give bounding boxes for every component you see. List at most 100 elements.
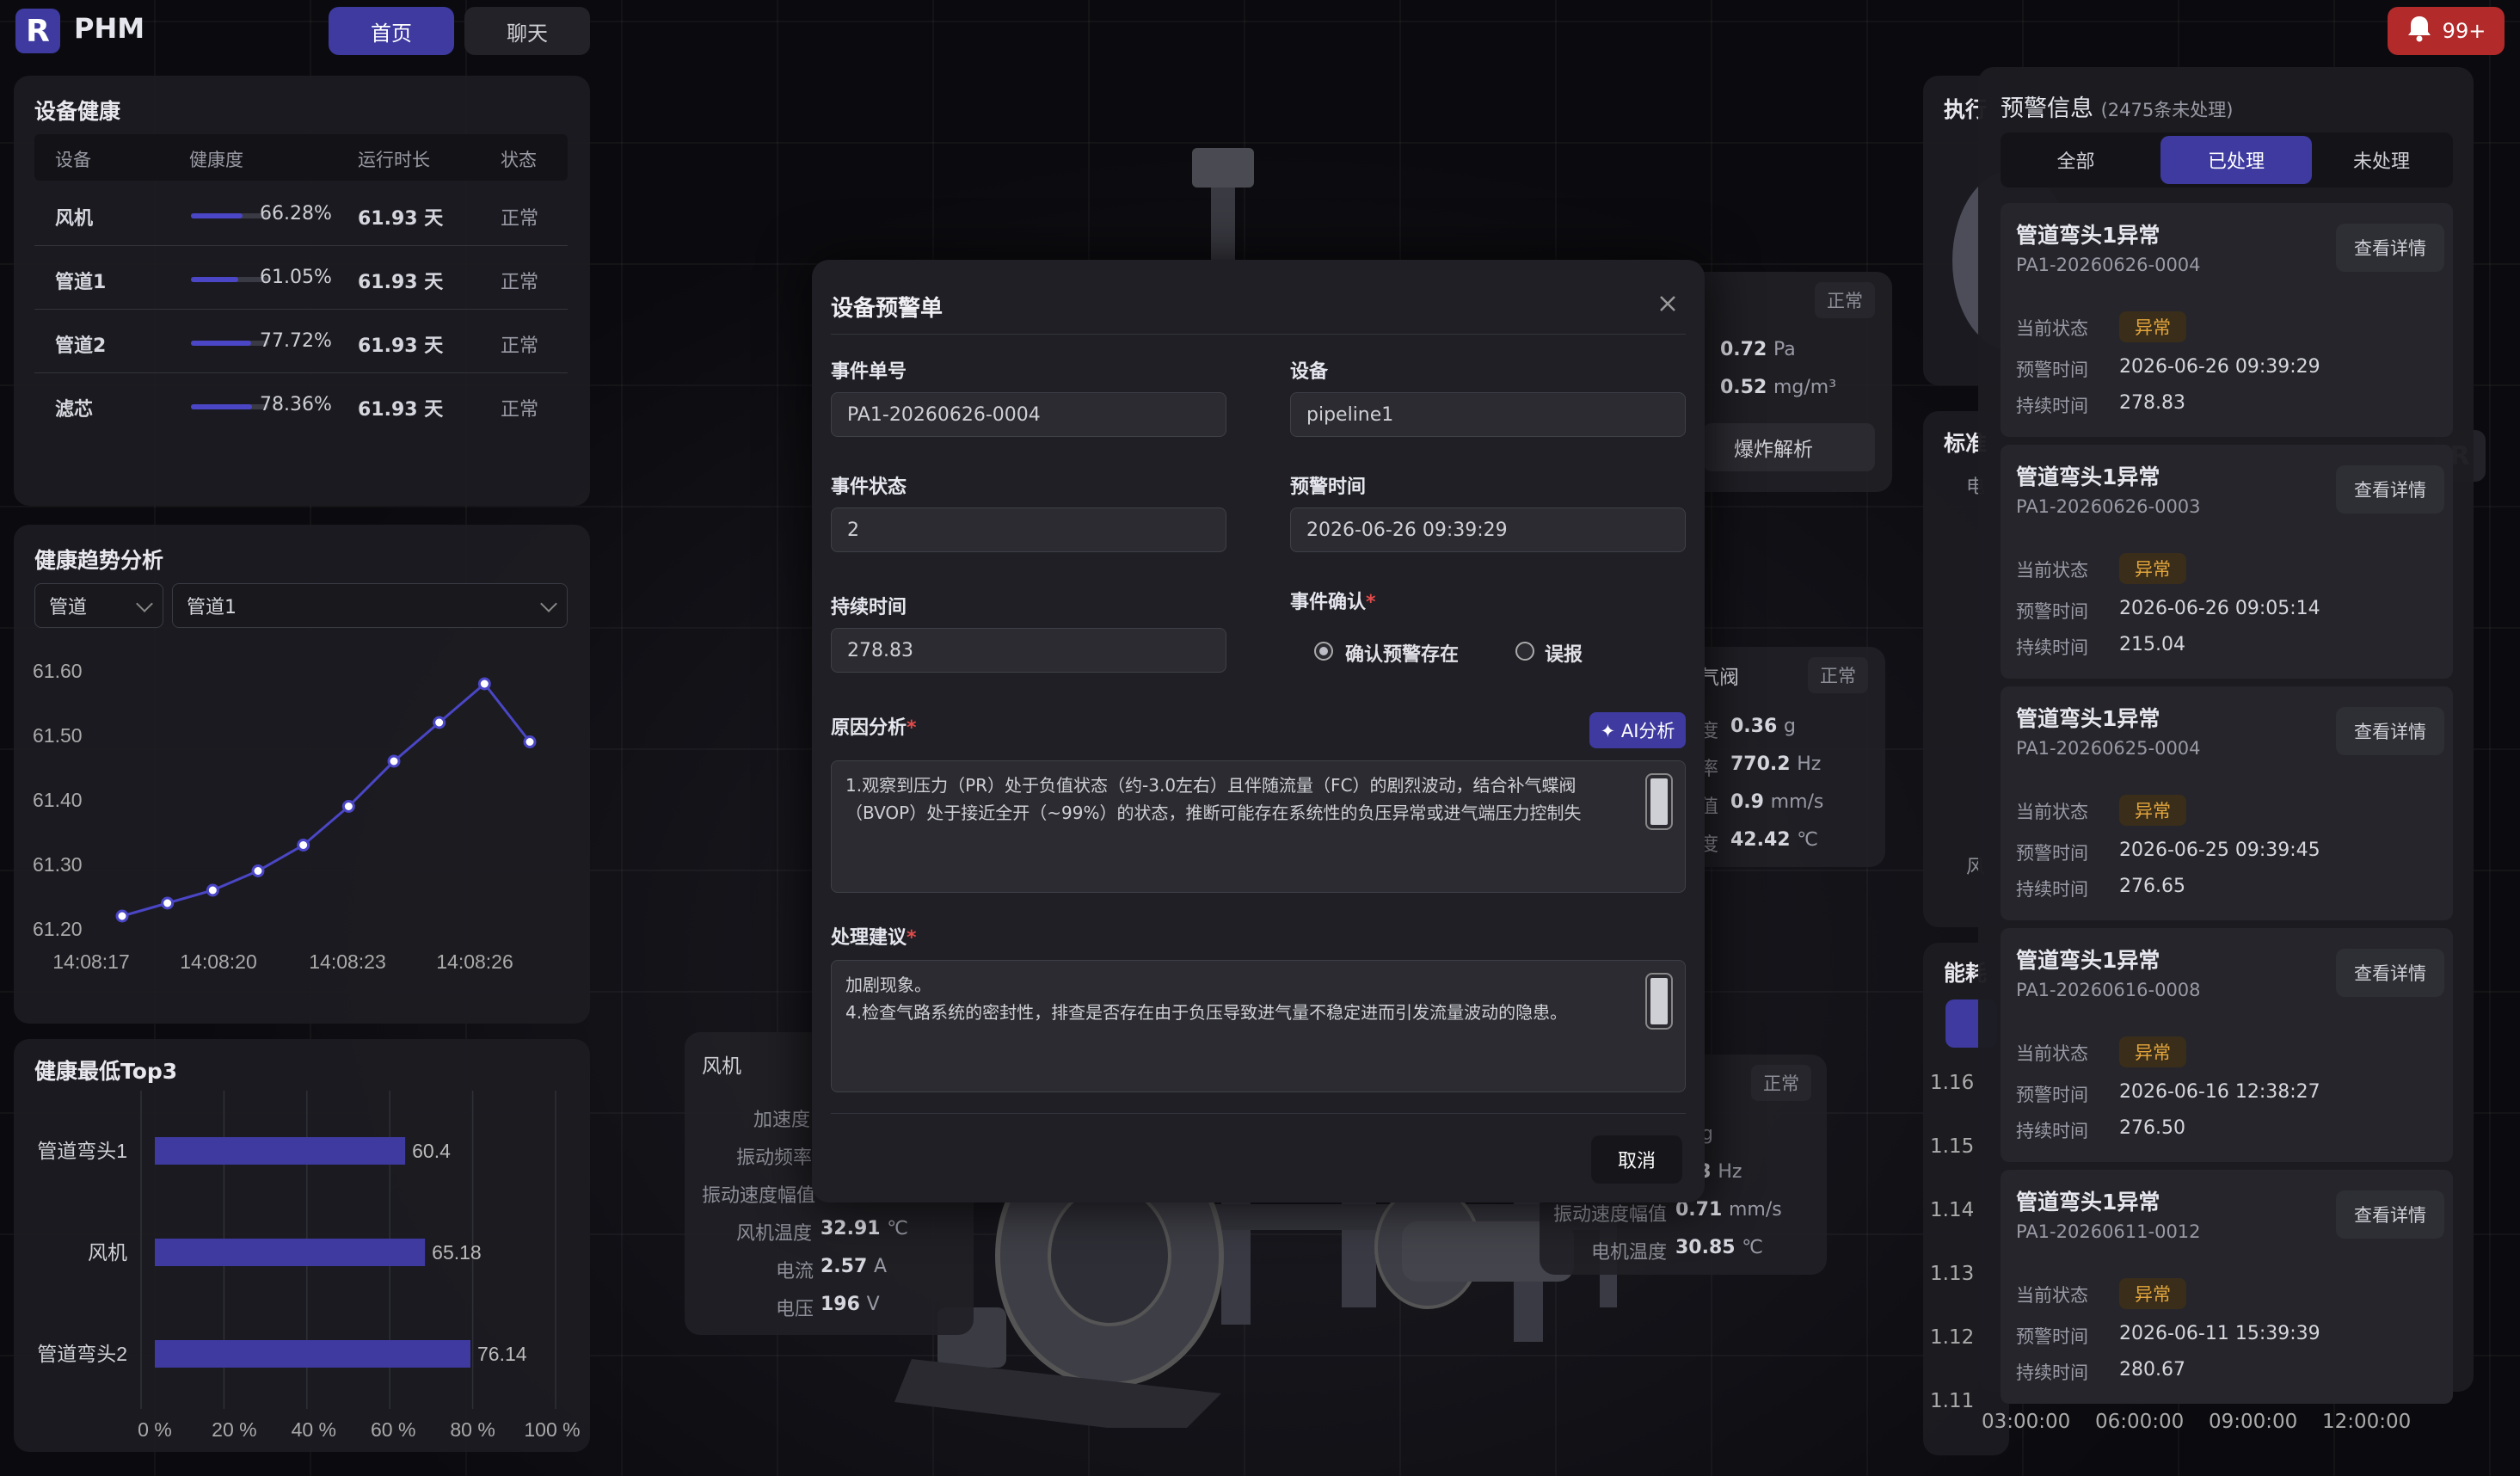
row-runtime: 61.93 天 xyxy=(358,208,444,230)
alert-card[interactable]: 管道弯头1异常 PA1-20260625-0004 查看详情 当前状态 异常 预警时间 20… xyxy=(2001,686,2453,920)
y-tick-label: 61.20 xyxy=(33,918,83,940)
valve-value: 42.42 ℃ xyxy=(1730,829,1818,851)
status-badge: 正常 xyxy=(1751,1065,1811,1101)
view-detail-button[interactable]: 查看详情 xyxy=(2336,949,2444,997)
alerts-count: (2475条未处理) xyxy=(2100,100,2234,120)
row-health-pct: 78.36% xyxy=(260,394,332,415)
alert-duration-label: 持续时间 xyxy=(2016,1362,2088,1383)
textarea-scrollbar[interactable] xyxy=(1645,773,1673,830)
event-status-field[interactable]: 2 xyxy=(831,507,1226,552)
table-row[interactable]: 管道1 61.05% 61.93 天 正常 xyxy=(34,246,568,310)
row-device-name: 管道2 xyxy=(55,335,107,357)
health-top3-title: 健康最低Top3 xyxy=(34,1059,178,1084)
header-device: 设备 xyxy=(55,150,91,170)
health-bar xyxy=(191,213,268,218)
status-badge: 异常 xyxy=(2119,553,2186,584)
view-detail-button[interactable]: 查看详情 xyxy=(2336,224,2444,272)
table-row[interactable]: 滤芯 78.36% 61.93 天 正常 xyxy=(34,373,568,437)
view-detail-button[interactable]: 查看详情 xyxy=(2336,465,2444,514)
fan-voltage-value: 196 V xyxy=(821,1294,880,1315)
brand-logo: R xyxy=(15,9,60,53)
alert-card[interactable]: 管道弯头1异常 PA1-20260616-0008 查看详情 当前状态 异常 预警时间 20… xyxy=(2001,928,2453,1162)
device-select[interactable]: 管道1 xyxy=(172,583,568,628)
row-status: 正常 xyxy=(501,335,539,357)
advice-textarea[interactable]: 加剧现象。 4.检查气路系统的密封性，排查是否存在由于负压导致进气量不稳定进而引… xyxy=(831,960,1686,1092)
y-tick-label: 1.16 xyxy=(1930,1072,1975,1094)
cause-text-line: （BVOP）处于接近全开（~99%）的状态，推断可能存在系统性的负压异常或进气端… xyxy=(845,803,1582,823)
valve-value: 0.36 g xyxy=(1730,716,1796,737)
device-field[interactable]: pipeline1 xyxy=(1290,392,1686,437)
explode-view-button[interactable]: 爆炸解析 xyxy=(1703,423,1875,471)
ai-analysis-button[interactable]: ✦ AI分析 xyxy=(1589,712,1686,748)
modal-title: 设备预警单 xyxy=(831,296,943,322)
bar xyxy=(155,1340,470,1368)
tab-processed[interactable]: 已处理 xyxy=(2160,136,2312,184)
tab-all[interactable]: 全部 xyxy=(2001,136,2151,184)
motor-label: 电机温度 xyxy=(1591,1242,1668,1264)
bell-icon xyxy=(2406,15,2432,47)
y-tick-label: 1.11 xyxy=(1930,1390,1975,1412)
bar-category-label: 管道弯头2 xyxy=(37,1343,127,1365)
valve-top-value-2: 0.52 mg/m³ xyxy=(1720,377,1837,398)
x-tick-label: 100 % xyxy=(524,1418,580,1441)
row-runtime: 61.93 天 xyxy=(358,399,444,421)
motor-vib-value: 0.71 mm/s xyxy=(1675,1199,1782,1221)
cause-textarea[interactable]: 1.观察到压力（PR）处于负值状态（约-3.0左右）且伴随流量（FC）的剧烈波动… xyxy=(831,760,1686,893)
trend-line xyxy=(121,681,532,918)
radio-false-alarm-label[interactable]: 误报 xyxy=(1545,639,1583,667)
y-tick-label: 61.30 xyxy=(33,853,83,876)
health-table-header: 设备 健康度 运行时长 状态 xyxy=(34,134,568,181)
alert-time-label: 预警时间 xyxy=(2016,601,2088,622)
bar-category-label: 风机 xyxy=(88,1241,127,1264)
nav-home-button[interactable]: 首页 xyxy=(329,7,454,55)
textarea-scrollbar[interactable] xyxy=(1645,973,1673,1030)
fan-panel-title: 风机 xyxy=(702,1055,741,1078)
alerts-title: 预警信息 (2475条未处理) xyxy=(2001,95,2234,122)
alert-status-label: 当前状态 xyxy=(2016,802,2088,822)
alert-card[interactable]: 管道弯头1异常 PA1-20260626-0003 查看详情 当前状态 异常 预警时间 20… xyxy=(2001,445,2453,679)
health-bar xyxy=(191,341,268,346)
event-no-field[interactable]: PA1-20260626-0004 xyxy=(831,392,1226,437)
duration-field[interactable]: 278.83 xyxy=(831,628,1226,673)
event-no-label: 事件单号 xyxy=(831,361,907,383)
row-health-pct: 77.72% xyxy=(260,330,332,352)
radio-confirm-label[interactable]: 确认预警存在 xyxy=(1345,639,1459,667)
row-health-pct: 66.28% xyxy=(260,203,332,224)
close-button[interactable] xyxy=(1656,292,1679,315)
tab-unprocessed[interactable]: 未处理 xyxy=(2310,136,2453,184)
notification-button[interactable]: 99+ xyxy=(2388,7,2505,55)
valve-top-panel: 正常 0.72 Pa 0.52 mg/m³ 爆炸解析 xyxy=(1686,272,1892,492)
fan-label: 风机温度 xyxy=(736,1223,813,1245)
alert-form-modal: 设备预警单 事件单号 PA1-20260626-0004 设备 pipeline… xyxy=(812,260,1705,1202)
x-tick-label: 14:08:26 xyxy=(436,950,513,973)
x-tick-label: 40 % xyxy=(292,1418,336,1441)
alert-title: 管道弯头1异常 xyxy=(2016,464,2160,489)
nav-chat-button[interactable]: 聊天 xyxy=(464,7,590,55)
device-value: 管道1 xyxy=(187,597,237,618)
y-tick-label: 61.40 xyxy=(33,789,83,811)
valve-sensor-panel: 气阀 正常 度 0.36 g 率 770.2 Hz 值 0.9 mm/s 度 4… xyxy=(1686,647,1885,867)
alert-time-field[interactable]: 2026-06-26 09:39:29 xyxy=(1290,507,1686,552)
health-trend-chart[interactable]: 61.60 61.50 61.40 61.30 61.20 14:08:17 14:08:2… xyxy=(14,637,590,1015)
alert-duration-value: 276.50 xyxy=(2119,1117,2185,1139)
device-type-select[interactable]: 管道 xyxy=(34,583,163,628)
alert-card[interactable]: 管道弯头1异常 PA1-20260611-0012 查看详情 当前状态 异常 预警时间 20… xyxy=(2001,1170,2453,1404)
table-row[interactable]: 风机 66.28% 61.93 天 正常 xyxy=(34,182,568,246)
radio-false-alarm[interactable] xyxy=(1515,642,1534,661)
cancel-button[interactable]: 取消 xyxy=(1591,1135,1682,1184)
duration-label: 持续时间 xyxy=(831,597,907,618)
row-device-name: 滤芯 xyxy=(55,399,94,421)
bar-value-label: 65.18 xyxy=(432,1241,482,1264)
health-top3-chart[interactable]: 管道弯头1 60.4 风机 65.18 管道弯头2 76.14 0 % 20 % 40 % 60 … xyxy=(14,1091,590,1452)
radio-confirm[interactable] xyxy=(1314,642,1333,661)
view-detail-button[interactable]: 查看详情 xyxy=(2336,1190,2444,1239)
event-confirm-label: 事件确认* xyxy=(1290,592,1376,613)
alert-card[interactable]: 管道弯头1异常 PA1-20260626-0004 查看详情 当前状态 异常 预警时间 20… xyxy=(2001,203,2453,437)
fan-label: 电压 xyxy=(776,1299,814,1320)
alert-status-label: 当前状态 xyxy=(2016,1285,2088,1306)
sensor-head xyxy=(1192,148,1254,188)
advice-text-line: 加剧现象。 xyxy=(845,975,931,995)
view-detail-button[interactable]: 查看详情 xyxy=(2336,707,2444,755)
event-status-label: 事件状态 xyxy=(831,477,907,498)
table-row[interactable]: 管道2 77.72% 61.93 天 正常 xyxy=(34,310,568,373)
